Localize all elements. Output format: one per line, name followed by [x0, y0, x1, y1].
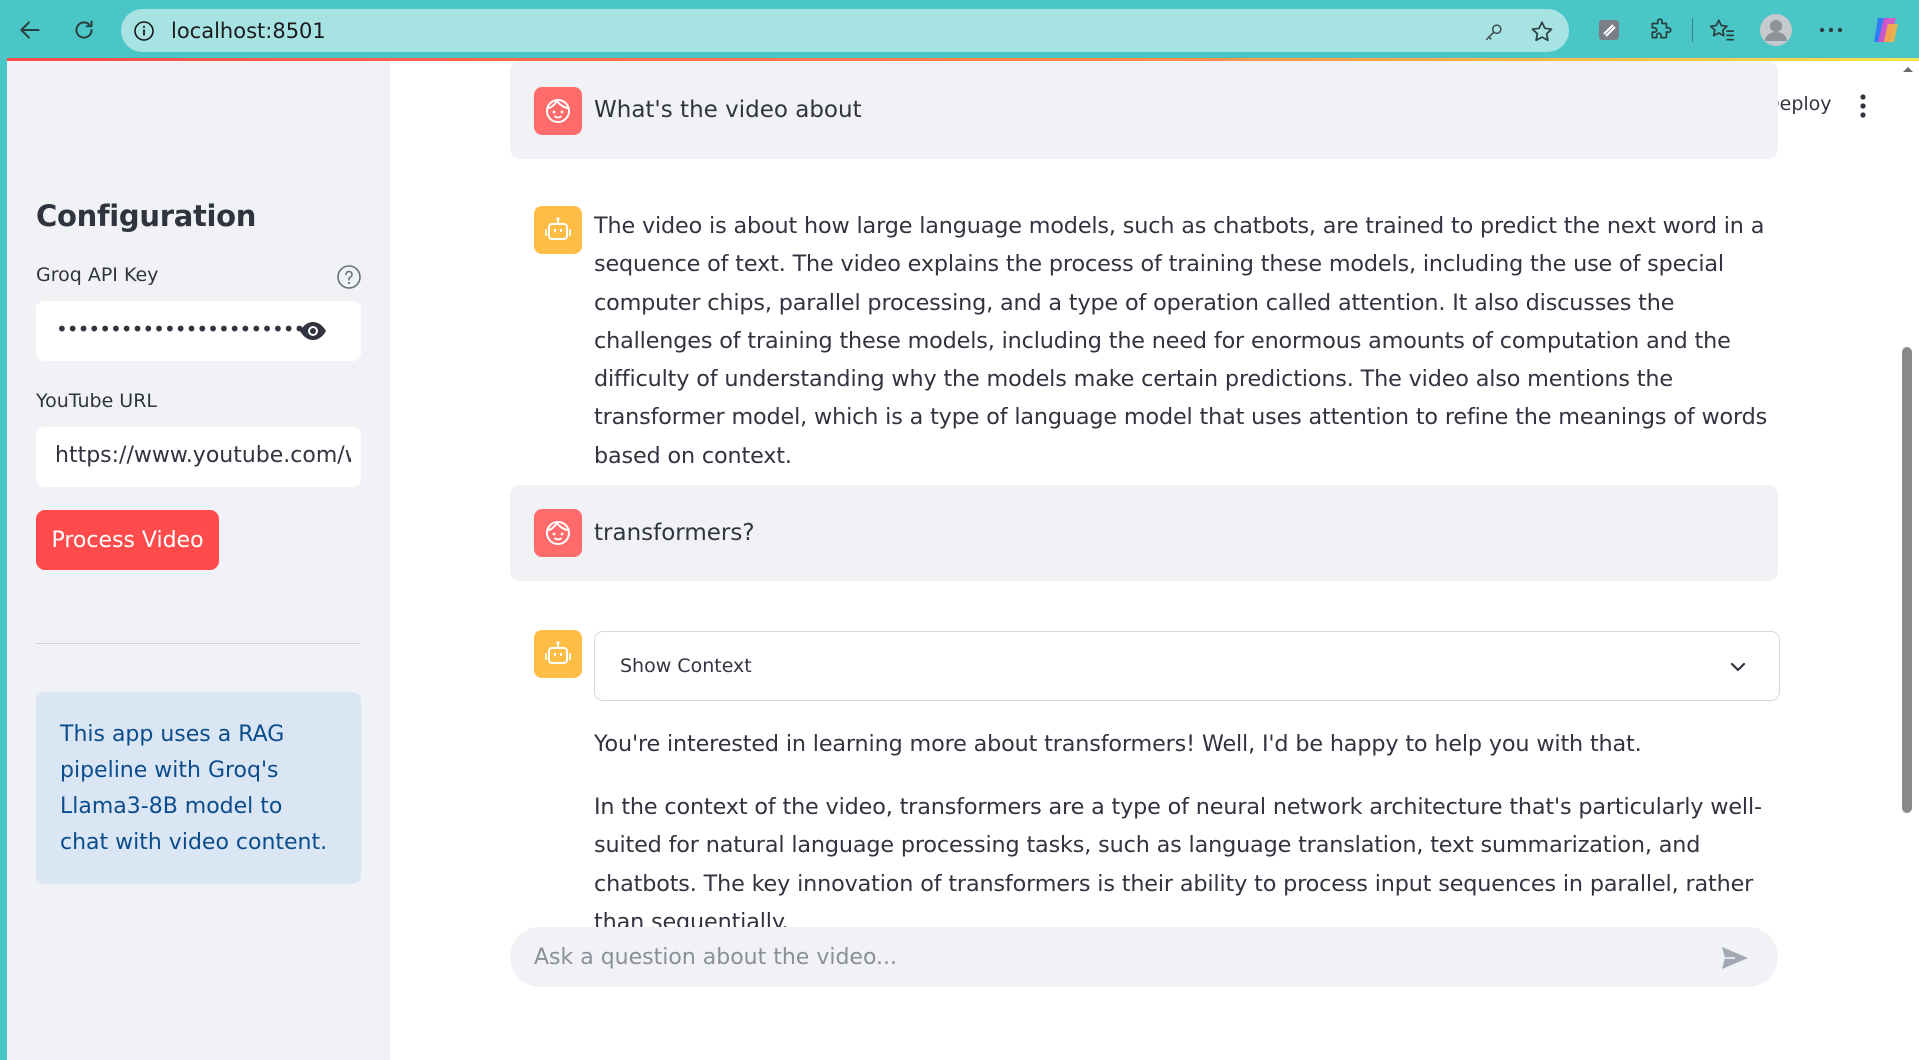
youtube-url-value[interactable]: https://www.youtube.com/watch?v= — [55, 443, 351, 468]
show-context-expander[interactable]: Show Context — [594, 631, 1780, 701]
browser-toolbar: localhost:8501 — [0, 0, 1919, 60]
star-icon[interactable] — [1529, 19, 1555, 45]
assistant-paragraph: You're interested in learning more about… — [594, 731, 1642, 757]
site-info-icon[interactable] — [133, 20, 155, 42]
youtube-url-field[interactable]: https://www.youtube.com/watch?v= — [36, 427, 361, 487]
more-options-icon[interactable] — [1813, 12, 1849, 48]
user-avatar-icon — [534, 87, 582, 135]
api-key-field[interactable]: •••••••••••••••••••••••••••••••••••••••• — [36, 301, 361, 361]
refresh-icon[interactable] — [64, 10, 104, 50]
chat-input[interactable] — [534, 939, 1684, 975]
user-message-text: What's the video about — [594, 97, 862, 123]
info-alert: This app uses a RAG pipeline with Groq's… — [36, 692, 361, 884]
process-video-button[interactable]: Process Video — [36, 510, 219, 570]
assistant-avatar-icon — [534, 630, 582, 678]
address-bar[interactable]: localhost:8501 — [121, 9, 1569, 52]
scroll-up-icon[interactable] — [1899, 62, 1917, 76]
scrollbar-thumb[interactable] — [1902, 347, 1912, 813]
main-menu-icon[interactable] — [1853, 93, 1873, 119]
assistant-message-text: The video is about how large language mo… — [594, 213, 1768, 469]
sidebar: Configuration Groq API Key •••••••••••••… — [7, 61, 390, 1060]
copilot-icon[interactable] — [1868, 12, 1904, 48]
expander-label[interactable]: Show Context — [620, 655, 752, 677]
api-key-label: Groq API Key — [36, 264, 159, 286]
toolbar-separator — [1692, 18, 1693, 42]
assistant-paragraph: In the context of the video, transformer… — [594, 794, 1762, 935]
info-alert-text: This app uses a RAG pipeline with Groq's… — [60, 722, 328, 855]
sidebar-title: Configuration — [36, 199, 257, 233]
key-icon[interactable] — [1481, 19, 1507, 45]
sidebar-divider — [36, 643, 361, 644]
youtube-url-label: YouTube URL — [36, 390, 157, 412]
extensions-icon[interactable] — [1643, 12, 1679, 48]
url-text[interactable]: localhost:8501 — [171, 19, 326, 43]
profile-avatar-icon[interactable] — [1758, 12, 1794, 48]
help-icon[interactable] — [336, 264, 362, 290]
send-icon[interactable] — [1720, 944, 1750, 972]
show-password-icon[interactable] — [298, 317, 328, 345]
user-avatar-icon — [534, 509, 582, 557]
back-icon[interactable] — [10, 10, 50, 50]
favorites-icon[interactable] — [1704, 12, 1740, 48]
chat-message-user: transformers? — [510, 485, 1778, 581]
chevron-down-icon[interactable] — [1727, 656, 1749, 678]
chat-input-box[interactable] — [510, 927, 1778, 987]
api-key-value[interactable]: •••••••••••••••••••••••••••••••••••••••• — [56, 317, 311, 341]
user-message-text: transformers? — [594, 520, 755, 546]
extension-app-icon[interactable] — [1591, 12, 1627, 48]
assistant-avatar-icon — [534, 206, 582, 254]
chat-message-user: What's the video about — [510, 61, 1778, 159]
